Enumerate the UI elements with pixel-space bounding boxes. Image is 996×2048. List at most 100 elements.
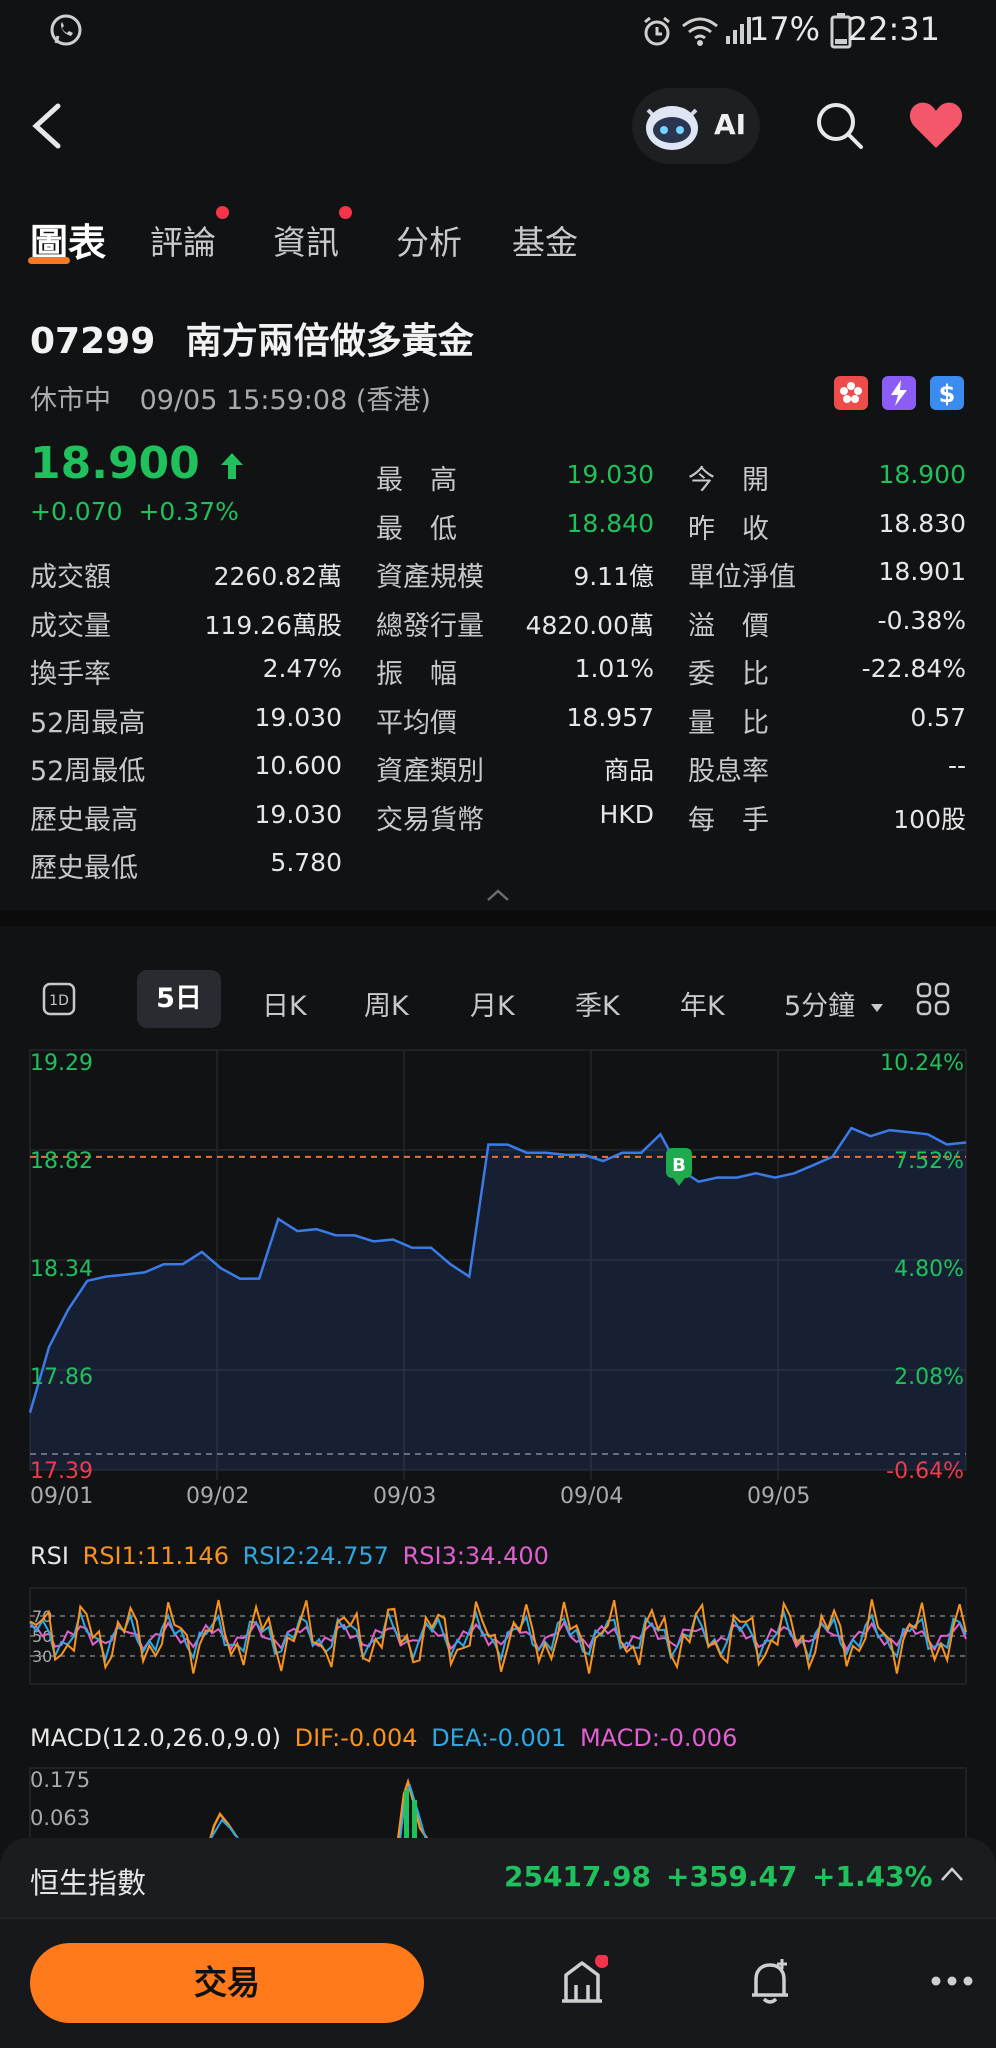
- index-change-pct: +1.43%: [812, 1860, 933, 1893]
- stat-col1-value-5: 19.030: [254, 799, 342, 829]
- stat-col2-value-2: 9.11億: [573, 562, 654, 591]
- macd-legend[interactable]: MACD(12.0,26.0,9.0) DIF:-0.004 DEA:-0.00…: [30, 1724, 737, 1752]
- macd-macd-value: MACD:-0.006: [579, 1724, 738, 1752]
- tab-comments[interactable]: 評論: [150, 216, 216, 264]
- stock-title: 07299 南方兩倍做多黃金: [30, 312, 474, 364]
- y-right-tick-4: -0.64%: [886, 1459, 964, 1480]
- lightning-icon: [891, 380, 907, 406]
- index-ticker-bar[interactable]: 恒生指數 25417.98 +359.47 +1.43%: [0, 1838, 996, 1918]
- stat-col3-value-7: 100股: [893, 804, 966, 834]
- y-left-tick-1: 18.82: [30, 1149, 93, 1174]
- y-right-tick-1: 7.52%: [894, 1149, 964, 1174]
- collapse-chevron-icon[interactable]: [486, 888, 510, 902]
- index-name: 恒生指數: [30, 1866, 147, 1900]
- x-tick-1: 09/02: [186, 1484, 250, 1509]
- macd-title: MACD(12.0,26.0,9.0): [30, 1724, 281, 1752]
- battery-percent: 17%: [748, 10, 820, 48]
- currency-badge[interactable]: $: [930, 376, 964, 410]
- news-notification-dot: [339, 206, 352, 219]
- trade-button[interactable]: 交易: [30, 1943, 424, 2023]
- rsi-chart[interactable]: 70 50 30: [0, 1584, 996, 1688]
- favorite-heart-icon[interactable]: [908, 100, 964, 150]
- building-icon[interactable]: [556, 1955, 608, 2007]
- stock-name: 南方兩倍做多黃金: [185, 321, 474, 362]
- ai-label: AI: [714, 108, 747, 141]
- price-area-fill: [30, 1128, 966, 1470]
- arrow-up-icon: [221, 453, 244, 479]
- stat-col2-value-0: 19.030: [566, 460, 654, 489]
- market-status: 休市中: [30, 385, 111, 416]
- stat-col3-value-2: 18.901: [878, 557, 966, 586]
- top-bar: AI: [0, 70, 996, 182]
- y-right-tick-3: 2.08%: [894, 1365, 964, 1390]
- section-divider: [0, 910, 996, 926]
- stat-col1-value-6: 5.780: [270, 848, 342, 877]
- stat-col1-value-0: 2260.82萬: [213, 562, 342, 591]
- period-5min[interactable]: 5分鐘: [784, 984, 884, 1023]
- macd-dea-value: DEA:-0.001: [431, 1724, 567, 1752]
- stat-col2-value-1: 18.840: [566, 508, 654, 538]
- rsi1-value: RSI1:11.146: [82, 1542, 229, 1570]
- whatsapp-icon: [50, 14, 82, 46]
- tab-analysis[interactable]: 分析: [396, 216, 462, 264]
- rsi3-value: RSI3:34.400: [402, 1542, 549, 1570]
- x-tick-3: 09/04: [560, 1484, 624, 1509]
- buy-marker-label: B: [672, 1155, 686, 1176]
- stat-col3-value-1: 18.830: [878, 508, 966, 538]
- period-5day[interactable]: 5日: [137, 970, 221, 1028]
- hk-market-badge[interactable]: [834, 376, 868, 410]
- period-month-k[interactable]: 月K: [470, 984, 515, 1023]
- x-tick-0: 09/01: [30, 1484, 94, 1509]
- macd-bar: [412, 1800, 417, 1840]
- period-week-k[interactable]: 周K: [364, 984, 409, 1023]
- stat-col2-value-5: 18.957: [566, 702, 654, 732]
- stock-code: 07299: [30, 321, 156, 362]
- macd-chart[interactable]: 0.175 0.063: [0, 1764, 996, 1840]
- index-value: 25417.98: [504, 1860, 652, 1893]
- period-quarter-k[interactable]: 季K: [575, 984, 620, 1023]
- tab-news[interactable]: 資訊: [273, 216, 339, 264]
- search-icon[interactable]: [814, 100, 866, 152]
- margin-badge[interactable]: [882, 376, 916, 410]
- dropdown-caret-icon: [870, 1003, 883, 1012]
- rsi-legend[interactable]: RSI RSI1:11.146 RSI2:24.757 RSI3:34.400: [30, 1542, 549, 1570]
- y-left-tick-3: 17.86: [30, 1365, 93, 1390]
- svg-text:1D: 1D: [49, 993, 69, 1009]
- macd-dif-line: [208, 1811, 238, 1840]
- tab-fund[interactable]: 基金: [512, 216, 578, 264]
- quote-datetime: 09/05 15:59:08 (香港): [139, 385, 431, 416]
- stat-col3-value-3: -0.38%: [877, 605, 966, 635]
- stat-col1-value-3: 19.030: [254, 702, 342, 732]
- rsi-level-30: 30: [32, 1647, 52, 1666]
- stat-col2-value-6: 商品: [603, 756, 654, 785]
- stat-col3-value-0: 18.900: [878, 460, 966, 489]
- stat-col3-value-6: --: [947, 751, 966, 780]
- macd-dif-value: DIF:-0.004: [294, 1724, 418, 1752]
- x-tick-4: 09/05: [747, 1484, 811, 1509]
- expand-chevron-icon[interactable]: [940, 1866, 964, 1882]
- stat-col1-value-1: 119.26萬股: [204, 610, 342, 640]
- more-menu-icon[interactable]: [930, 1975, 974, 1987]
- active-tab-indicator: [28, 257, 70, 264]
- single-day-toggle-icon[interactable]: 1D: [42, 982, 76, 1016]
- bauhinia-icon: [840, 382, 862, 403]
- price-alert-bell-icon[interactable]: [744, 1955, 796, 2007]
- price-chart[interactable]: B 19.29 18.82 18.34 17.86 17.39 10.24% 7.52% 4…: [0, 1040, 996, 1480]
- y-right-tick-0: 10.24%: [880, 1051, 964, 1076]
- back-icon[interactable]: [28, 102, 68, 150]
- wifi-icon: [682, 17, 718, 46]
- bottom-nav: 交易: [0, 1918, 996, 2048]
- index-change: +359.47: [666, 1860, 798, 1893]
- x-tick-2: 09/03: [373, 1484, 437, 1509]
- last-price: 18.900: [30, 438, 245, 489]
- grid-layout-icon[interactable]: [916, 982, 950, 1016]
- price-change: +0.070 +0.37%: [30, 497, 239, 526]
- stat-col1-value-4: 10.600: [254, 751, 342, 780]
- period-year-k[interactable]: 年K: [680, 984, 725, 1023]
- period-day-k[interactable]: 日K: [262, 984, 307, 1023]
- status-bar: 17% 22:31: [0, 0, 996, 62]
- macd-bar: [404, 1790, 409, 1840]
- ai-assistant-button[interactable]: AI: [632, 88, 760, 164]
- rsi-title: RSI: [30, 1542, 69, 1570]
- clock: 22:31: [847, 10, 940, 48]
